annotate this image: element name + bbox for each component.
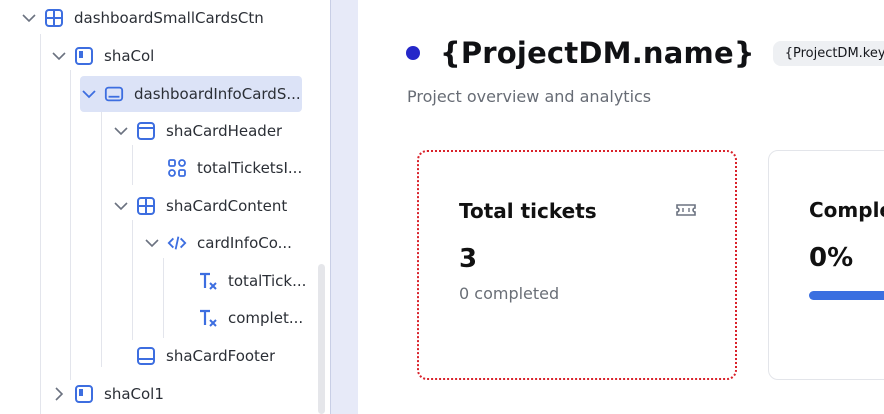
card-footer-icon <box>136 346 156 366</box>
tree-guide <box>132 220 133 340</box>
page-subtitle: Project overview and analytics <box>407 87 652 106</box>
code-icon <box>167 233 187 253</box>
chevron-down-icon[interactable] <box>143 234 161 252</box>
card-subtext: 0 completed <box>459 284 560 303</box>
project-key-badge: {ProjectDM.key} <box>772 40 884 66</box>
tree-node-label: shaCardFooter <box>166 347 276 365</box>
completion-progress-bar <box>809 291 884 300</box>
tree-node-label: complet... <box>228 309 304 327</box>
tree-node-label: totalTick... <box>228 272 307 290</box>
text-icon <box>198 308 218 328</box>
tree-node-shaCol1[interactable]: shaCol1 <box>50 378 320 410</box>
status-dot <box>406 46 420 60</box>
tree-node-label: shaCol1 <box>104 385 164 403</box>
tree-node-label: shaCardContent <box>166 197 288 215</box>
tree-guide <box>163 258 164 338</box>
tree-node-label: dashboardInfoCardS... <box>134 85 301 103</box>
card-value: 0% <box>809 243 854 273</box>
total-tickets-card[interactable]: Total tickets 3 0 completed <box>417 150 737 380</box>
card-title: Total tickets <box>459 199 597 223</box>
chevron-right-icon[interactable] <box>50 385 68 403</box>
card-icon <box>104 84 124 104</box>
tree-node-label: shaCardHeader <box>166 122 283 140</box>
panel-splitter[interactable] <box>330 0 358 414</box>
tree-node-shaCardContent[interactable]: shaCardContent <box>112 190 322 222</box>
tree-guide <box>40 34 41 414</box>
components-icon <box>167 158 187 178</box>
tree-scrollbar[interactable] <box>318 264 325 414</box>
chevron-down-icon[interactable] <box>20 9 38 27</box>
tree-node-label: shaCol <box>104 47 155 65</box>
text-icon <box>198 271 218 291</box>
tree-guide <box>70 70 71 380</box>
tree-node-totalTickets[interactable]: totalTicketsI... <box>143 152 318 184</box>
tree-node-shaCol[interactable]: shaCol <box>50 40 320 72</box>
tree-guide <box>101 107 102 367</box>
column-icon <box>74 384 94 404</box>
grid-layout-icon <box>44 8 64 28</box>
component-tree: dashboardSmallCardsCtn shaCol dashboardI… <box>0 0 330 414</box>
chevron-down-icon[interactable] <box>50 47 68 65</box>
tree-node-dashboardSmallCardsCtn[interactable]: dashboardSmallCardsCtn <box>20 2 320 34</box>
ticket-icon <box>676 204 696 216</box>
page-header: {ProjectDM.name} {ProjectDM.key} <box>406 36 884 70</box>
tree-guide <box>132 145 133 185</box>
completion-card[interactable]: Comple 0% <box>768 150 884 380</box>
card-header-icon <box>136 121 156 141</box>
tree-node-totalTickets-text[interactable]: totalTick... <box>174 265 314 297</box>
tree-node-label: totalTicketsI... <box>197 159 303 177</box>
chevron-down-icon[interactable] <box>112 122 130 140</box>
tree-node-dashboardInfoCard[interactable]: dashboardInfoCardS... <box>80 76 302 112</box>
tree-node-cardInfoContent[interactable]: cardInfoCo... <box>143 227 318 259</box>
tree-node-shaCardFooter[interactable]: shaCardFooter <box>112 340 322 372</box>
dashboard-canvas: {ProjectDM.name} {ProjectDM.key} Project… <box>358 0 884 414</box>
tree-node-label: dashboardSmallCardsCtn <box>74 9 264 27</box>
card-value: 3 <box>459 244 478 274</box>
grid-layout-icon <box>136 196 156 216</box>
chevron-down-icon[interactable] <box>112 197 130 215</box>
card-title: Comple <box>809 198 884 222</box>
chevron-down-icon[interactable] <box>80 85 98 103</box>
page-title: {ProjectDM.name} <box>440 36 755 70</box>
column-icon <box>74 46 94 66</box>
tree-node-label: cardInfoCo... <box>197 234 292 252</box>
tree-node-completed-text[interactable]: complet... <box>174 302 314 334</box>
tree-node-shaCardHeader[interactable]: shaCardHeader <box>112 115 322 147</box>
